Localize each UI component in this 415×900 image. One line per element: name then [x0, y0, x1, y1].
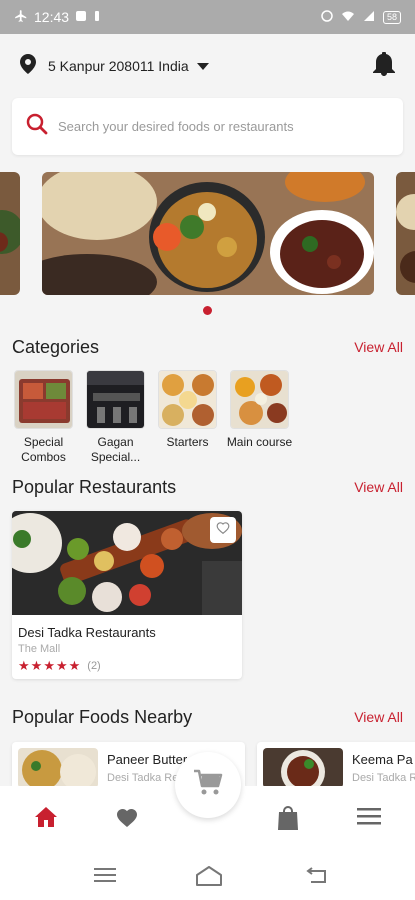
category-item[interactable]: Gagan Special... — [86, 370, 145, 465]
popular-restaurants-title: Popular Restaurants — [12, 477, 177, 497]
restaurant-location: The Mall — [18, 643, 61, 655]
category-item[interactable]: Starters — [158, 370, 217, 465]
wifi-icon — [341, 10, 355, 25]
food-image — [263, 748, 343, 786]
restaurant-card[interactable]: Desi Tadka Restaurants The Mall ★ ★ ★ ★ … — [12, 511, 242, 679]
foods-view-all-link[interactable]: View All — [354, 709, 403, 725]
food-name: Paneer Butter — [107, 752, 188, 767]
food-image — [18, 748, 98, 786]
star-icon: ★ — [55, 658, 68, 673]
airplane-mode-icon — [14, 9, 28, 26]
menu-icon[interactable] — [357, 806, 381, 831]
heart-outline-icon — [216, 521, 230, 539]
cart-button[interactable] — [175, 752, 241, 818]
chevron-down-icon[interactable] — [196, 62, 209, 70]
recent-apps-icon[interactable] — [94, 866, 116, 889]
star-icon: ★ — [43, 658, 55, 673]
category-name: Main course — [226, 435, 293, 449]
restaurants-view-all-link[interactable]: View All — [354, 479, 403, 495]
home-icon[interactable] — [34, 806, 58, 833]
orders-bag-icon[interactable] — [277, 806, 299, 835]
banner-carousel[interactable] — [0, 172, 415, 297]
banner-slide-active[interactable] — [42, 172, 374, 295]
star-icon: ★ — [18, 658, 30, 673]
search-bar[interactable] — [12, 98, 403, 155]
category-name: Starters — [166, 435, 209, 449]
system-home-icon[interactable] — [195, 866, 223, 891]
category-image — [230, 370, 289, 429]
restaurant-name: Desi Tadka Restaurants — [18, 625, 156, 640]
category-item[interactable]: Main course — [227, 370, 292, 465]
banner-slide-next[interactable] — [396, 172, 415, 295]
battery-icon: 58 — [382, 10, 401, 24]
categories-list: Special Combos Gagan Special... Starters… — [14, 370, 292, 465]
category-image — [14, 370, 73, 429]
food-name: Keema Pa — [352, 752, 413, 767]
status-time: 12:43 — [34, 9, 70, 25]
categories-title: Categories — [12, 337, 100, 357]
popular-foods-title: Popular Foods Nearby — [12, 707, 193, 727]
food-restaurant: Desi Tadka Re — [107, 772, 179, 784]
category-name: Special Combos — [21, 435, 66, 464]
food-restaurant: Desi Tadka Re — [352, 772, 415, 784]
category-name: Gagan Special... — [90, 435, 141, 464]
search-icon[interactable] — [26, 113, 48, 140]
location-text[interactable]: 5 Kanpur 208011 India — [48, 58, 189, 74]
notification-bell-icon[interactable] — [373, 51, 395, 81]
favorite-button[interactable] — [210, 517, 236, 543]
favorites-heart-icon[interactable] — [114, 806, 140, 833]
categories-view-all-link[interactable]: View All — [354, 339, 403, 355]
banner-slide-prev[interactable] — [0, 172, 20, 295]
cart-icon — [193, 769, 223, 802]
category-item[interactable]: Special Combos — [14, 370, 73, 465]
category-image — [158, 370, 217, 429]
system-back-icon[interactable] — [306, 866, 328, 889]
star-icon: ★ — [30, 658, 43, 673]
system-navigation-bar — [0, 850, 415, 900]
location-bar[interactable]: 5 Kanpur 208011 India — [0, 34, 415, 98]
review-count: (2) — [87, 660, 101, 672]
location-pin-icon — [20, 53, 36, 79]
food-card[interactable]: Keema Pa Desi Tadka Re — [257, 742, 415, 786]
restaurant-image — [12, 511, 242, 615]
signal-icon — [363, 10, 375, 25]
star-icon: ★ — [68, 658, 81, 673]
restaurant-rating: ★ ★ ★ ★ ★ (2) — [18, 658, 242, 674]
search-input[interactable] — [58, 119, 378, 134]
category-image — [86, 370, 145, 429]
status-bar: 12:43 58 — [0, 0, 415, 34]
app-notification-icon — [75, 9, 87, 25]
download-icon — [93, 9, 101, 25]
alarm-icon — [321, 9, 333, 25]
carousel-indicator-dot[interactable] — [203, 306, 212, 315]
